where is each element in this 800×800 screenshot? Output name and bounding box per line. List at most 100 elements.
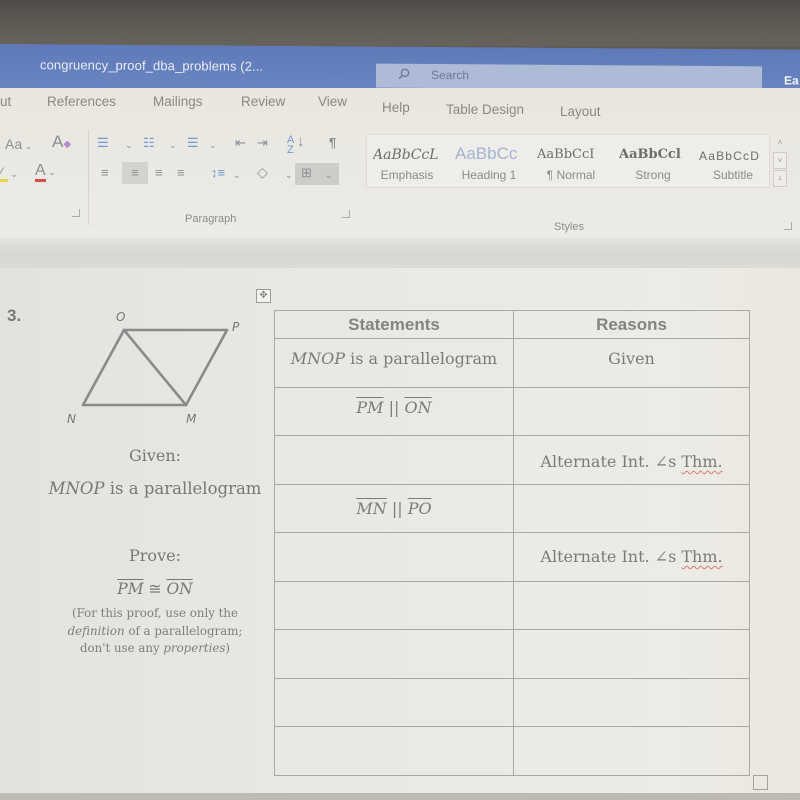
- monitor-bezel: [0, 0, 800, 46]
- statement-cell[interactable]: [274, 629, 514, 679]
- ribbon-separator: [0, 238, 800, 270]
- table-move-handle-icon[interactable]: ✥: [256, 289, 271, 303]
- proof-table: Statements Reasons MNOP is a parallelogr…: [274, 310, 750, 776]
- paragraph-group: ☰ ⌄ ☷ ⌄ ☰ ⌄ ⇤ ⇥ AZ ↓ ¶ ≡ ≡ ≡ ≡ ↕≡ ⌄ ◇ ⌄ …: [88, 130, 358, 225]
- styles-dialog-launcher-icon[interactable]: [784, 222, 792, 230]
- style-strong[interactable]: AaBbCcl Strong: [613, 135, 693, 189]
- reason-cell[interactable]: [513, 580, 750, 630]
- reason-cell[interactable]: [513, 677, 750, 727]
- change-case-button[interactable]: Aa ⌄: [5, 137, 32, 153]
- user-account-button[interactable]: Ea: [784, 73, 799, 87]
- statement-cell[interactable]: [274, 532, 514, 582]
- style-heading-1[interactable]: AaBbCc Heading 1: [449, 135, 529, 189]
- shading-dropdown-icon[interactable]: ⌄: [285, 168, 293, 182]
- statement-cell[interactable]: [274, 726, 514, 776]
- decrease-indent-icon[interactable]: ⇤: [235, 136, 246, 150]
- font-dialog-launcher-icon[interactable]: [72, 209, 80, 217]
- problem-number: 3.: [7, 306, 22, 325]
- reason-cell[interactable]: [513, 629, 750, 679]
- tab-mailings[interactable]: Mailings: [153, 94, 203, 109]
- parallelogram-diagram: O P N M: [67, 310, 240, 425]
- shading-icon[interactable]: ◇: [257, 165, 268, 179]
- search-placeholder: Search: [431, 68, 470, 83]
- multilevel-dropdown-icon[interactable]: ⌄: [209, 138, 217, 152]
- borders-dropdown-icon[interactable]: ⌄: [325, 168, 333, 182]
- bullets-icon[interactable]: ☰: [97, 136, 109, 150]
- statements-header: Statements: [274, 310, 514, 339]
- multilevel-list-icon[interactable]: ☰: [187, 136, 199, 150]
- clear-formatting-icon[interactable]: A◆: [52, 133, 71, 152]
- styles-group-label: Styles: [554, 221, 584, 233]
- statement-cell[interactable]: MNOP is a parallelogram: [274, 338, 514, 388]
- document-title: congruency_proof_dba_problems (2...: [40, 57, 264, 74]
- search-icon: [398, 68, 410, 80]
- reason-cell[interactable]: [513, 386, 750, 436]
- vertex-label-n: N: [67, 412, 76, 425]
- borders-button[interactable]: ⊞ ⌄: [295, 163, 339, 185]
- reason-cell[interactable]: Alternate Int. ∠s Thm.: [513, 435, 750, 485]
- table-row: [274, 726, 750, 776]
- tab-review[interactable]: Review: [241, 94, 285, 109]
- vertex-label-o: O: [116, 310, 125, 324]
- styles-scroll-up-icon[interactable]: ˄: [773, 134, 787, 151]
- ribbon: ut References Mailings Review View Help …: [0, 88, 800, 238]
- given-statement: MNOP is a parallelogram: [48, 479, 262, 498]
- paragraph-dialog-launcher-icon[interactable]: [342, 210, 350, 218]
- tab-help[interactable]: Help: [382, 100, 410, 115]
- sort-arrow-icon: ↓: [297, 133, 305, 150]
- reason-cell[interactable]: Given: [513, 338, 750, 388]
- styles-more-icon[interactable]: ⩡: [773, 170, 787, 187]
- style-subtitle[interactable]: AaBbCcD Subtitle: [693, 135, 773, 189]
- styles-scroll-down-icon[interactable]: ˅: [773, 152, 787, 169]
- given-label: Given:: [128, 446, 182, 465]
- tab-layout[interactable]: Layout: [560, 104, 601, 119]
- prove-statement: PM ≅ ON: [117, 580, 193, 598]
- highlight-color-icon[interactable]: ⁄ ⌄: [0, 165, 18, 182]
- show-formatting-marks-icon[interactable]: ¶: [329, 136, 336, 150]
- reasons-header: Reasons: [513, 310, 750, 339]
- line-spacing-dropdown-icon[interactable]: ⌄: [233, 168, 241, 182]
- tab-view[interactable]: View: [318, 94, 347, 109]
- bullets-dropdown-icon[interactable]: ⌄: [125, 138, 133, 152]
- tab-layout-partial[interactable]: ut: [0, 94, 11, 109]
- statement-cell[interactable]: [274, 435, 514, 485]
- reason-cell[interactable]: Alternate Int. ∠s Thm.: [513, 532, 750, 582]
- borders-icon: ⊞: [301, 165, 312, 180]
- line-spacing-icon[interactable]: ↕≡: [211, 166, 225, 180]
- table-resize-handle[interactable]: [753, 775, 768, 790]
- justify-icon[interactable]: ≡: [177, 166, 185, 180]
- statement-cell[interactable]: [274, 677, 514, 727]
- style-emphasis[interactable]: AaBbCcL Emphasis: [367, 135, 447, 189]
- table-row: [274, 629, 750, 679]
- reason-cell[interactable]: [513, 726, 750, 776]
- numbering-icon[interactable]: ☷: [143, 136, 155, 150]
- table-row: [274, 580, 750, 630]
- statement-cell[interactable]: [274, 580, 514, 630]
- search-box[interactable]: Search: [376, 63, 762, 91]
- segment-pm: [184, 328, 229, 407]
- table-row: Alternate Int. ∠s Thm.: [274, 532, 750, 582]
- increase-indent-icon[interactable]: ⇥: [257, 136, 268, 150]
- sort-icon[interactable]: AZ: [287, 135, 294, 156]
- spelling-squiggle: Thm.: [681, 452, 723, 471]
- table-row: [274, 677, 750, 727]
- table-row: Alternate Int. ∠s Thm.: [274, 435, 750, 485]
- table-header-row: Statements Reasons: [274, 310, 750, 339]
- style-normal[interactable]: AaBbCcI ¶ Normal: [531, 135, 611, 189]
- align-right-icon[interactable]: ≡: [155, 166, 163, 180]
- align-center-icon[interactable]: ≡: [122, 162, 148, 184]
- screen-edge: [0, 793, 800, 800]
- vertex-label-p: P: [232, 320, 240, 334]
- table-row: MN || PO: [274, 483, 750, 533]
- vertex-label-m: M: [186, 412, 197, 425]
- proof-instructions: (For this proof, use only the definition…: [67, 606, 243, 655]
- reason-cell[interactable]: [513, 483, 750, 533]
- statement-cell[interactable]: PM || ON: [274, 386, 514, 436]
- statement-cell[interactable]: MN || PO: [274, 483, 514, 533]
- font-color-button[interactable]: A ⌄: [35, 162, 56, 182]
- numbering-dropdown-icon[interactable]: ⌄: [169, 138, 177, 152]
- align-left-icon[interactable]: ≡: [101, 166, 109, 180]
- styles-group: AaBbCcL Emphasis AaBbCc Heading 1 AaBbCc…: [366, 134, 792, 234]
- tab-references[interactable]: References: [47, 94, 116, 109]
- tab-table-design[interactable]: Table Design: [446, 102, 524, 117]
